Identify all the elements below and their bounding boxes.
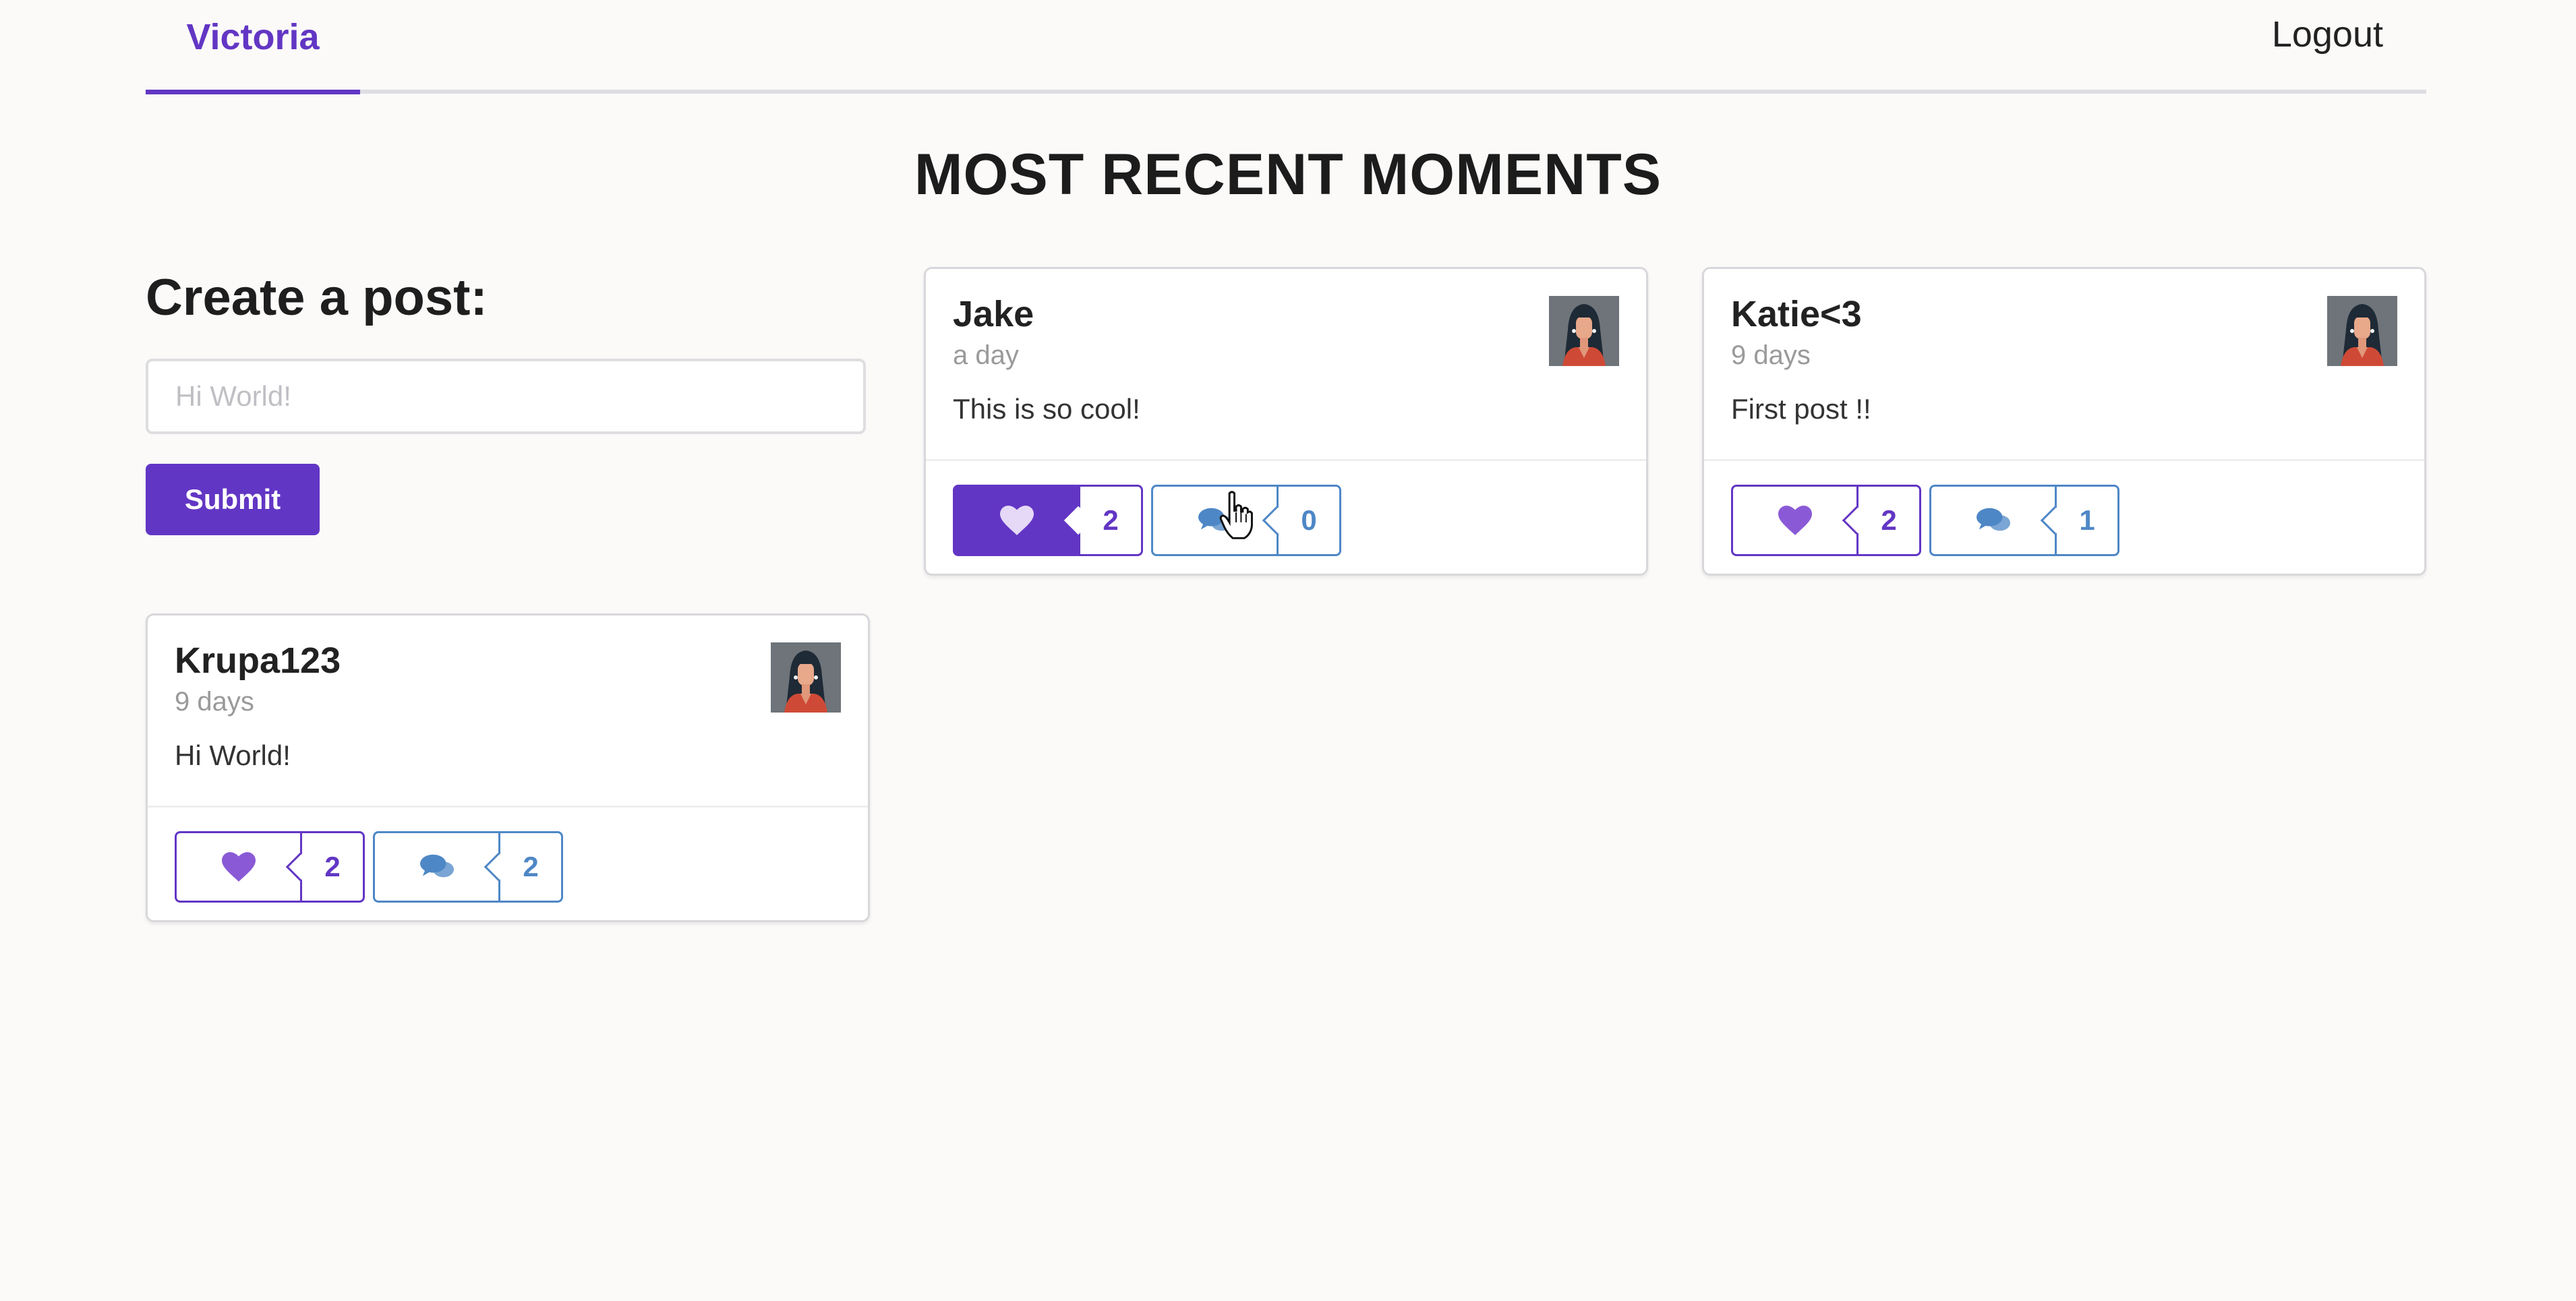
comment-icon-area	[1151, 485, 1277, 556]
post-username: Jake	[953, 294, 1034, 334]
post-time: a day	[953, 340, 1019, 370]
post-time: 9 days	[1731, 340, 1811, 370]
hand-cursor-icon	[1219, 491, 1253, 539]
comment-icon-area	[373, 831, 498, 903]
like-button[interactable]: 2	[1731, 485, 1921, 556]
like-icon-area	[1731, 485, 1856, 556]
post-input[interactable]	[146, 359, 866, 434]
like-count-value: 2	[1881, 504, 1897, 536]
avatar	[2327, 296, 2397, 366]
post-username: Krupa123	[175, 640, 341, 681]
comment-count-value: 1	[2079, 504, 2095, 536]
comment-icon	[1976, 508, 2010, 531]
comment-icon-area	[1929, 485, 2055, 556]
comment-count-value: 0	[1301, 504, 1317, 536]
heart-icon	[1778, 506, 1812, 535]
like-count-value: 2	[1103, 504, 1119, 536]
avatar	[1549, 296, 1619, 366]
nav-tab-user[interactable]: Victoria	[146, 0, 360, 94]
card-divider	[1704, 459, 2424, 461]
like-count: 2	[1063, 485, 1143, 556]
page-title: MOST RECENT MOMENTS	[914, 142, 1662, 207]
post-card: Jake a day This is so cool! 2 0	[924, 267, 1648, 576]
card-divider	[148, 806, 868, 808]
card-divider	[926, 459, 1646, 461]
like-count-value: 2	[324, 851, 341, 882]
like-icon-area	[175, 831, 300, 903]
logout-link[interactable]: Logout	[2272, 13, 2383, 55]
like-button[interactable]: 2	[953, 485, 1143, 556]
like-button[interactable]: 2	[175, 831, 365, 903]
post-time: 9 days	[175, 687, 254, 717]
comment-button[interactable]: 2	[373, 831, 563, 903]
like-count: 2	[285, 831, 365, 903]
post-text: This is so cool!	[953, 393, 1140, 425]
comment-button[interactable]: 1	[1929, 485, 2119, 556]
create-post-heading: Create a post:	[146, 269, 488, 326]
like-icon-area	[953, 485, 1078, 556]
heart-icon	[999, 506, 1034, 535]
post-card: Katie<3 9 days First post !! 2 1	[1702, 267, 2426, 576]
submit-button[interactable]: Submit	[146, 464, 320, 535]
comment-count: 1	[2040, 485, 2119, 556]
post-text: First post !!	[1731, 393, 1871, 425]
top-nav: Victoria Logout	[146, 0, 2426, 94]
post-username: Katie<3	[1731, 294, 1862, 334]
comment-count: 2	[484, 831, 563, 903]
post-text: Hi World!	[175, 739, 291, 771]
comment-count: 0	[1262, 485, 1341, 556]
heart-icon	[221, 852, 256, 882]
nav-user-label: Victoria	[186, 16, 320, 57]
comment-icon	[419, 854, 454, 878]
like-count: 2	[1842, 485, 1921, 556]
post-card: Krupa123 9 days Hi World! 2 2	[146, 613, 870, 922]
comment-count-value: 2	[523, 851, 539, 882]
avatar	[771, 642, 841, 713]
